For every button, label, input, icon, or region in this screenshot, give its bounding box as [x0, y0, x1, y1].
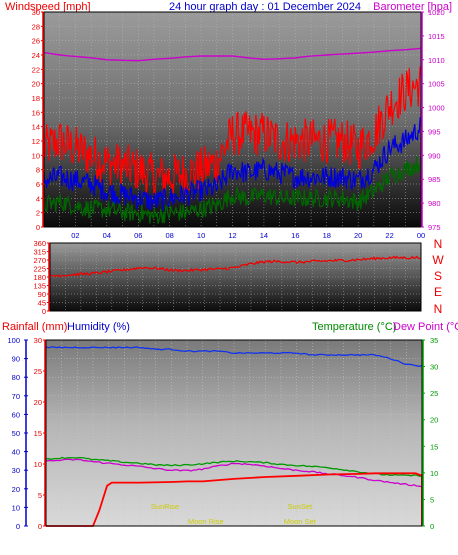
chart-title: 24 hour graph day : 01 December 2024: [169, 1, 361, 13]
humidity-tick: 10: [12, 503, 20, 512]
direction-tick: 315: [33, 248, 46, 257]
temperature-tick: 25: [430, 389, 438, 398]
windspeed-tick: 20: [32, 80, 40, 89]
temperature-tick: 15: [430, 442, 438, 451]
humidity-tick: 90: [12, 355, 20, 364]
barometer-tick: 1000: [428, 104, 445, 113]
humidity-tick: 70: [12, 392, 20, 401]
temperature-axis-title: Temperature (°C): [312, 321, 396, 333]
rain-tick: 20: [34, 398, 42, 407]
barometer-tick: 1010: [428, 56, 445, 65]
hour-tick: 06: [134, 231, 142, 240]
direction-tick: 45: [38, 299, 46, 308]
temperature-tick: 0: [430, 522, 434, 531]
hour-tick: 12: [228, 231, 236, 240]
direction-panel: 04590135180225270315360 NWSEN: [33, 237, 444, 316]
hour-tick: 22: [385, 231, 393, 240]
windspeed-tick: 10: [32, 151, 40, 160]
compass-label: S: [434, 269, 442, 283]
temperature-tick: 35: [430, 336, 438, 345]
humidity-tick: 20: [12, 485, 20, 494]
humidity-tick: 30: [12, 466, 20, 475]
temperature-tick: 30: [430, 363, 438, 372]
humidity-axis-title: Humidity (%): [67, 321, 130, 333]
direction-tick: 135: [33, 282, 46, 291]
rain-tick: 25: [34, 367, 42, 376]
direction-tick: 180: [33, 273, 46, 282]
windspeed-tick: 6: [36, 180, 40, 189]
windspeed-tick: 0: [36, 223, 40, 232]
windspeed-tick: 26: [32, 37, 40, 46]
temperature-tick: 20: [430, 416, 438, 425]
windspeed-tick: 22: [32, 65, 40, 74]
astro-annotation: Moon Set: [284, 517, 317, 526]
hour-tick: 14: [260, 231, 268, 240]
barometer-tick: 1005: [428, 80, 445, 89]
humidity-tick: 50: [12, 429, 20, 438]
humidity-tick: 60: [12, 410, 20, 419]
direction-tick: 360: [33, 239, 46, 248]
temperature-tick: 5: [430, 495, 434, 504]
rain-tick: 30: [34, 336, 42, 345]
hour-tick: 04: [103, 231, 111, 240]
barometer-tick: 975: [428, 223, 441, 232]
windspeed-tick: 24: [32, 51, 40, 60]
humidity-tick: 80: [12, 373, 20, 382]
compass-label: N: [434, 302, 443, 316]
windspeed-axis-title: Windspeed [mph]: [5, 1, 91, 13]
hour-tick: 02: [71, 231, 79, 240]
windspeed-tick: 14: [32, 123, 40, 132]
barometer-tick: 1020: [428, 8, 445, 17]
direction-tick: 270: [33, 256, 46, 265]
compass-label: W: [432, 253, 444, 267]
temperature-tick: 10: [430, 469, 438, 478]
astro-annotation: SunRise: [151, 502, 179, 511]
windspeed-tick: 28: [32, 22, 40, 31]
astro-annotation: Moon Rise: [188, 517, 224, 526]
windspeed-tick: 16: [32, 108, 40, 117]
windspeed-tick: 18: [32, 94, 40, 103]
rain-tick: 5: [38, 491, 42, 500]
hour-tick: 18: [323, 231, 331, 240]
rain-tick: 10: [34, 460, 42, 469]
astro-annotation: SunSet: [287, 502, 313, 511]
barometer-tick: 985: [428, 175, 441, 184]
windspeed-tick: 4: [36, 194, 40, 203]
hour-tick: 00: [417, 231, 425, 240]
direction-tick: 90: [38, 290, 46, 299]
dewpoint-axis-title: Dew Point (°C): [393, 321, 458, 333]
hour-tick: 08: [165, 231, 173, 240]
rainfall-axis-title: Rainfall (mm): [2, 321, 67, 333]
direction-tick: 0: [42, 307, 46, 316]
windspeed-tick: 30: [32, 8, 40, 17]
barometer-tick: 980: [428, 199, 441, 208]
direction-tick: 225: [33, 265, 46, 274]
rain-tick: 15: [34, 429, 42, 438]
humidity-tick: 40: [12, 448, 20, 457]
wind-panel: 0246810121416182022242628309759809859909…: [32, 8, 445, 240]
humidity-tick: 0: [16, 522, 20, 531]
weather-graph: Windspeed [mph] 24 hour graph day : 01 D…: [2, 1, 458, 531]
compass-label: N: [434, 237, 443, 251]
compass-label: E: [434, 285, 442, 299]
rain-tick: 0: [38, 522, 42, 531]
hour-tick: 16: [291, 231, 299, 240]
barometer-tick: 990: [428, 151, 441, 160]
windspeed-tick: 2: [36, 209, 40, 218]
barometer-tick: 1015: [428, 32, 445, 41]
barometer-tick: 995: [428, 127, 441, 136]
rain-humidity-temp-panel: SunRise SunSet Moon Rise Moon Set 0 10 20 30 40…: [7, 336, 438, 531]
windspeed-tick: 8: [36, 166, 40, 175]
humidity-tick: 100: [7, 336, 20, 345]
hour-tick: 10: [197, 231, 205, 240]
hour-tick: 20: [354, 231, 362, 240]
windspeed-tick: 12: [32, 137, 40, 146]
